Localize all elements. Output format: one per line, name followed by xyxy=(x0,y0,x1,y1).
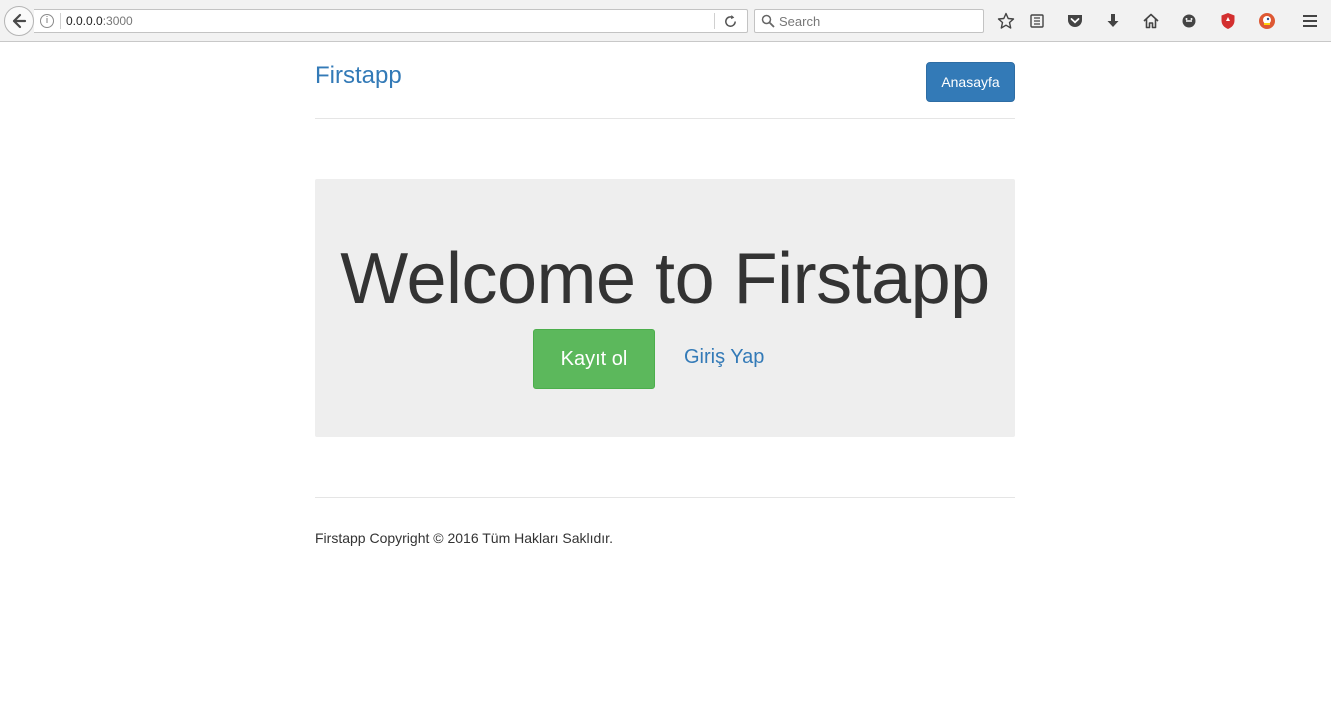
shield-icon[interactable] xyxy=(1217,10,1239,32)
search-placeholder: Search xyxy=(779,14,821,29)
url-separator xyxy=(60,13,61,29)
login-link[interactable]: Giriş Yap xyxy=(684,346,764,369)
welcome-title: Welcome to Firstapp xyxy=(340,239,990,319)
bookmark-star-icon[interactable] xyxy=(995,10,1017,32)
brand-link[interactable]: Firstapp xyxy=(315,62,402,90)
home-button[interactable]: Anasayfa xyxy=(926,62,1015,102)
search-icon xyxy=(761,14,775,28)
home-icon[interactable] xyxy=(1140,10,1162,32)
jumbotron: Welcome to Firstapp Kayıt ol Giriş Yap xyxy=(315,179,1015,437)
chat-icon[interactable] xyxy=(1178,10,1200,32)
page-footer: Firstapp Copyright © 2016 Tüm Hakları Sa… xyxy=(315,497,1015,546)
back-button[interactable] xyxy=(4,6,34,36)
copyright-text: Firstapp Copyright © 2016 Tüm Hakları Sa… xyxy=(315,530,613,546)
reload-separator xyxy=(714,13,715,29)
url-bar[interactable]: i 0.0.0.0:3000 xyxy=(34,9,748,33)
pocket-icon[interactable] xyxy=(1064,10,1086,32)
reading-list-icon[interactable] xyxy=(1026,10,1048,32)
url-port: :3000 xyxy=(102,14,133,28)
downloads-icon[interactable] xyxy=(1102,10,1124,32)
search-bar[interactable]: Search xyxy=(754,9,984,33)
info-icon[interactable]: i xyxy=(40,14,54,28)
url-host: 0.0.0.0 xyxy=(66,14,103,28)
page-container: Firstapp Anasayfa Welcome to Firstapp Ka… xyxy=(315,42,1015,546)
duckduckgo-icon[interactable] xyxy=(1256,10,1278,32)
back-arrow-icon xyxy=(12,13,27,29)
menu-icon[interactable] xyxy=(1299,10,1321,32)
browser-toolbar: i 0.0.0.0:3000 Search xyxy=(0,0,1331,42)
url-text[interactable]: 0.0.0.0:3000 xyxy=(66,14,133,28)
signup-button[interactable]: Kayıt ol xyxy=(533,329,655,389)
reload-icon[interactable] xyxy=(723,14,738,29)
page-header: Firstapp Anasayfa xyxy=(315,42,1015,119)
